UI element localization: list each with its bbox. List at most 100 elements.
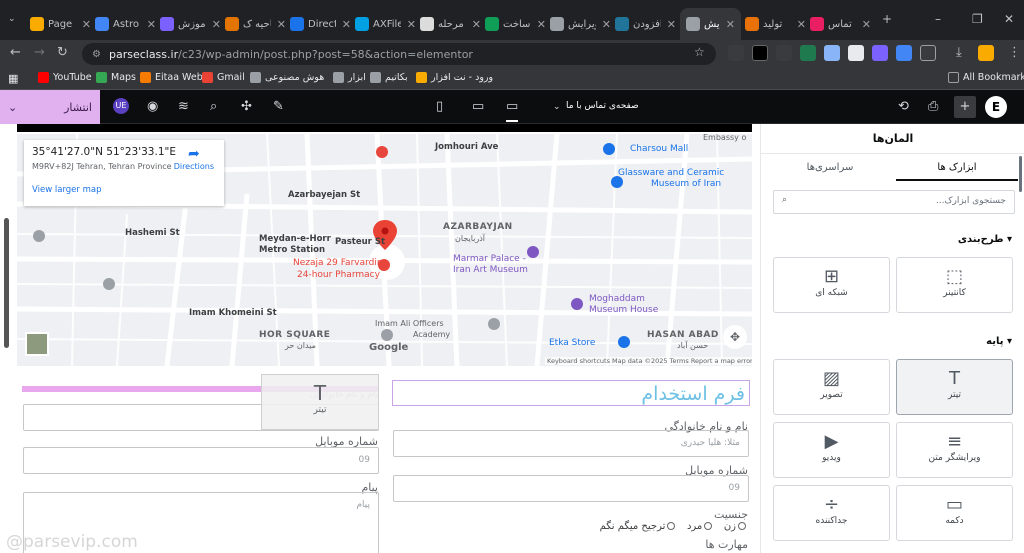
browser-tab[interactable]: Direct ✕: [290, 12, 351, 36]
browser-tab[interactable]: AXFile ✕: [355, 12, 416, 36]
site-info-icon[interactable]: ⚙: [92, 49, 101, 60]
tab-close-icon[interactable]: ✕: [602, 18, 611, 31]
bookmark-item[interactable]: هوش مصنوعی: [250, 72, 324, 83]
chevron-down-icon[interactable]: ⌄: [553, 102, 561, 112]
satellite-toggle[interactable]: [25, 332, 49, 356]
close-window-button[interactable]: ✕: [1004, 12, 1014, 26]
elementor-logo[interactable]: E: [985, 96, 1007, 118]
all-bookmarks[interactable]: All Bookmarks: [948, 72, 1024, 83]
tab-close-icon[interactable]: ✕: [212, 18, 221, 31]
edit-pen-icon[interactable]: ✎: [273, 99, 284, 114]
browser-tab[interactable]: تولید ✕: [745, 12, 806, 36]
name-field[interactable]: مثلا: هلیا حیدری: [393, 430, 749, 457]
minimize-button[interactable]: –: [935, 12, 941, 26]
female-radio[interactable]: [738, 522, 746, 530]
widget-container[interactable]: ⬚ کانتینر: [896, 257, 1013, 313]
page-settings-icon[interactable]: ⎙: [928, 99, 938, 114]
tab-close-icon[interactable]: ✕: [277, 18, 286, 31]
tab-close-icon[interactable]: ✕: [407, 18, 416, 31]
browser-tab[interactable]: Astro ✕: [95, 12, 156, 36]
extension-icon[interactable]: [776, 45, 792, 61]
panel-scrollbar[interactable]: [1019, 156, 1022, 192]
search-icon[interactable]: ⌕: [210, 99, 217, 114]
ue-icon[interactable]: UE: [113, 98, 129, 114]
history-icon[interactable]: ⟲: [898, 99, 909, 114]
maximize-button[interactable]: ❐: [972, 12, 983, 26]
bookmark-item[interactable]: بکاتیم: [370, 72, 408, 83]
publish-button[interactable]: ⌄ انتشار: [0, 90, 100, 124]
bookmark-item[interactable]: Eitaa Web: [140, 72, 203, 83]
desktop-view-icon[interactable]: ▭: [506, 99, 519, 122]
browser-tab[interactable]: افزودن ✕: [615, 12, 676, 36]
bookmark-item[interactable]: Maps: [96, 72, 136, 83]
prefer-not-radio[interactable]: [667, 522, 676, 530]
tab-global[interactable]: سراسری‌ها: [769, 154, 891, 181]
tab-search-icon[interactable]: ⌄: [8, 14, 16, 24]
bookmark-item[interactable]: Gmail: [202, 72, 245, 83]
extension-icon[interactable]: [896, 45, 912, 61]
tablet-view-icon[interactable]: ▭: [472, 99, 484, 114]
browser-tab[interactable]: Page i ✕: [30, 12, 91, 36]
puzzle-icon[interactable]: [920, 45, 936, 61]
widget-button[interactable]: ▭ دکمه: [896, 485, 1013, 541]
widget-search-input[interactable]: جستجوی ابزارک... ⌕: [773, 190, 1015, 214]
browser-tab[interactable]: ناحیه ک ✕: [225, 12, 286, 36]
tab-close-icon[interactable]: ✕: [667, 18, 676, 31]
tab-close-icon[interactable]: ✕: [726, 18, 735, 31]
bookmark-item[interactable]: YouTube: [38, 72, 92, 83]
shield-icon[interactable]: [848, 45, 864, 61]
canvas-scrollbar[interactable]: [4, 218, 9, 348]
download-icon[interactable]: ⤓: [956, 45, 962, 60]
tab-close-icon[interactable]: ✕: [147, 18, 156, 31]
tab-close-icon[interactable]: ✕: [797, 18, 806, 31]
forward-icon[interactable]: →: [34, 45, 45, 60]
tab-close-icon[interactable]: ✕: [82, 18, 91, 31]
profile-avatar[interactable]: [978, 45, 994, 61]
mobile-field[interactable]: 09: [393, 475, 749, 502]
mobile-view-icon[interactable]: ▯: [436, 99, 443, 114]
tab-close-icon[interactable]: ✕: [472, 18, 481, 31]
widget-image[interactable]: ▨ تصویر: [773, 359, 890, 415]
form-title[interactable]: فرم استخدام: [392, 380, 750, 406]
menu-icon[interactable]: ⋮: [1008, 45, 1021, 60]
male-radio[interactable]: [704, 522, 713, 530]
widget-divider[interactable]: ÷ جداکننده: [773, 485, 890, 541]
editor-canvas[interactable]: 35°41'27.0"N 51°23'33.1"E M9RV+82J Tehra…: [0, 124, 760, 553]
category-basic[interactable]: ▾ پایه: [986, 336, 1012, 347]
settings-icon[interactable]: ✣: [241, 99, 252, 114]
map-control-icon[interactable]: ✥: [723, 325, 747, 349]
tab-widgets[interactable]: ابزارک ها: [896, 154, 1018, 181]
browser-tab[interactable]: ساخت ✕: [485, 12, 546, 36]
browser-tab[interactable]: مرحله ✕: [420, 12, 481, 36]
browser-tab[interactable]: ویرایش ✕: [680, 8, 741, 40]
google-map[interactable]: 35°41'27.0"N 51°23'33.1"E M9RV+82J Tehra…: [17, 134, 752, 366]
tab-close-icon[interactable]: ✕: [342, 18, 351, 31]
extension-icon[interactable]: [872, 45, 888, 61]
new-tab-button[interactable]: +: [882, 12, 892, 26]
extension-icon[interactable]: [824, 45, 840, 61]
category-layout[interactable]: ▾ طرح‌بندی: [958, 234, 1012, 245]
tab-close-icon[interactable]: ✕: [862, 18, 871, 31]
bookmark-item[interactable]: ابزار: [333, 72, 366, 83]
browser-tab[interactable]: ویرایش ✕: [550, 12, 611, 36]
left-mobile-field[interactable]: 09: [23, 447, 379, 474]
extension-icon[interactable]: [752, 45, 768, 61]
tab-close-icon[interactable]: ✕: [537, 18, 546, 31]
reload-icon[interactable]: ↻: [57, 45, 68, 60]
structure-layers-icon[interactable]: ≋: [178, 99, 189, 114]
extension-icon[interactable]: [800, 45, 816, 61]
back-icon[interactable]: ←: [10, 45, 21, 60]
widget-heading[interactable]: T تیتر: [896, 359, 1013, 415]
widget-video[interactable]: ▶ ویدیو: [773, 422, 890, 478]
address-bar[interactable]: ⚙ parseclass.ir/c23/wp-admin/post.php?po…: [82, 43, 716, 65]
preview-eye-icon[interactable]: ◉: [147, 99, 158, 114]
dragged-heading-widget[interactable]: T تیتر: [261, 374, 379, 430]
widget-text-editor[interactable]: ≡ ویرایشگر متن: [896, 422, 1013, 478]
chevron-down-icon[interactable]: ⌄: [8, 101, 17, 114]
add-element-button[interactable]: +: [954, 96, 976, 118]
page-title[interactable]: صفحه‌ی تماس با ما: [566, 101, 639, 111]
directions-button[interactable]: ➦ Directions: [174, 146, 214, 171]
browser-tab[interactable]: آموزش ✕: [160, 12, 221, 36]
bookmark-star-icon[interactable]: ☆: [694, 45, 705, 59]
apps-grid-icon[interactable]: ▦: [8, 72, 18, 85]
